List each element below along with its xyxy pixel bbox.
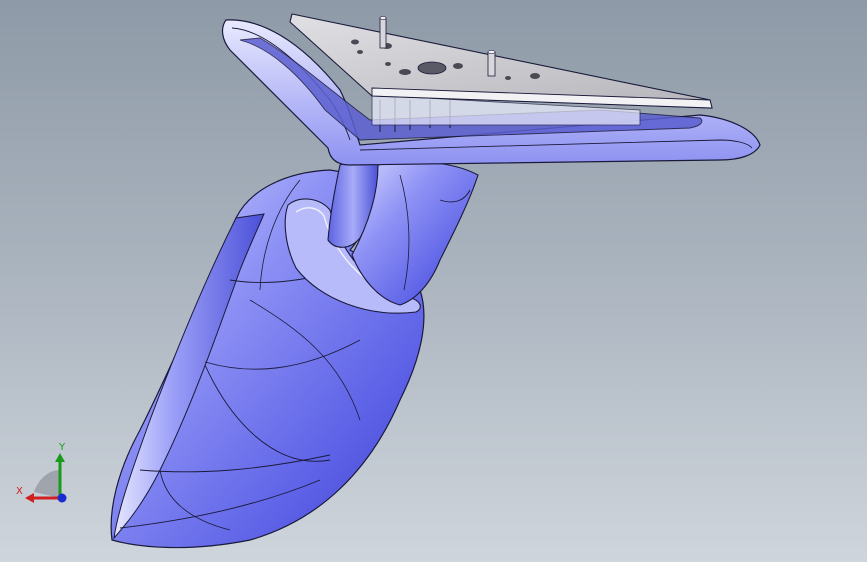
bolt-hole — [351, 39, 359, 45]
x-axis-label: X — [16, 486, 23, 497]
bolt-hole — [530, 73, 540, 79]
bolt-hole — [385, 62, 391, 66]
z-axis-icon — [57, 493, 67, 503]
locating-pin — [379, 17, 387, 49]
mounting-plate[interactable] — [289, 13, 713, 109]
triad-plane-icon — [34, 470, 60, 498]
cad-model-handle-assembly[interactable] — [0, 0, 867, 562]
locating-pin — [487, 51, 496, 77]
center-cutout — [417, 61, 447, 75]
bolt-hole — [357, 50, 363, 54]
coordinate-triad: X Y — [14, 440, 80, 510]
bolt-hole — [399, 69, 411, 75]
bolt-hole — [453, 63, 463, 69]
cad-3d-viewport[interactable]: X Y — [0, 0, 867, 562]
y-axis-label: Y — [59, 442, 66, 453]
bolt-hole — [505, 76, 511, 80]
